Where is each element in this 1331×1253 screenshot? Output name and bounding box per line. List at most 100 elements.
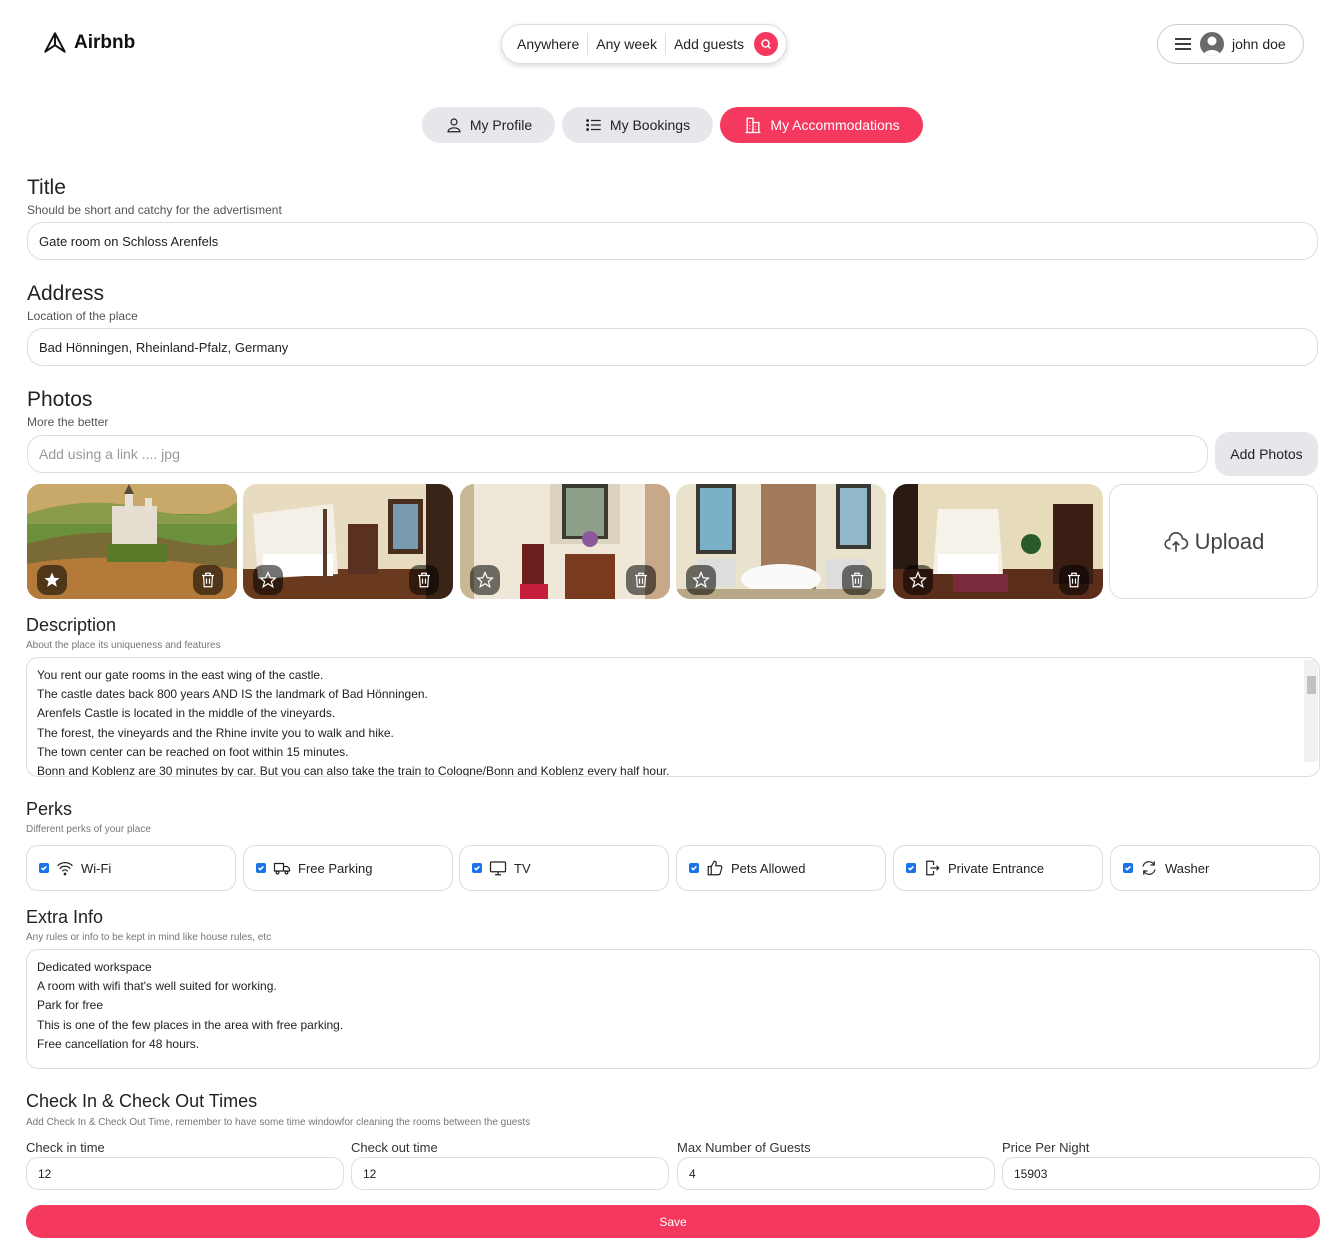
extra-info-hint: Any rules or info to be kept in mind lik…: [26, 932, 272, 943]
photos-hint: More the better: [27, 415, 109, 429]
perk-checkbox[interactable]: [1123, 863, 1133, 873]
perk-checkbox[interactable]: [39, 863, 49, 873]
perk-checkbox[interactable]: [472, 863, 482, 873]
set-main-photo-button[interactable]: [903, 565, 933, 595]
photo-link-input[interactable]: Add using a link .... jpg: [27, 435, 1208, 473]
save-button[interactable]: Save: [26, 1205, 1320, 1238]
add-photos-button[interactable]: Add Photos: [1215, 432, 1318, 476]
description-textarea[interactable]: You rent our gate rooms in the east wing…: [26, 657, 1320, 777]
photo-thumbnail[interactable]: [676, 484, 886, 599]
perk-checkbox[interactable]: [256, 863, 266, 873]
trash-icon: [202, 572, 214, 588]
delete-photo-button[interactable]: [842, 565, 872, 595]
title-heading: Title: [27, 176, 66, 199]
delete-photo-button[interactable]: [1059, 565, 1089, 595]
tab-my-accommodations[interactable]: My Accommodations: [720, 107, 923, 143]
price-label: Price Per Night: [1002, 1140, 1090, 1155]
search-where[interactable]: Anywhere: [517, 36, 587, 52]
upload-button[interactable]: Upload: [1109, 484, 1318, 599]
star-outline-icon: [259, 571, 277, 589]
list-icon: [586, 119, 601, 131]
extra-info-textarea[interactable]: Dedicated workspace A room with wifi tha…: [26, 949, 1320, 1069]
textarea-line: Bonn and Koblenz are 30 minutes by car. …: [37, 764, 670, 777]
search-icon: [761, 39, 772, 50]
check-icon: [691, 865, 697, 871]
wifi-icon: [57, 862, 73, 876]
search-guests[interactable]: Add guests: [666, 36, 752, 52]
delete-photo-button[interactable]: [193, 565, 223, 595]
check-icon: [41, 865, 47, 871]
check-icon: [258, 865, 264, 871]
tab-my-profile[interactable]: My Profile: [422, 107, 555, 143]
avatar: [1200, 32, 1224, 56]
perk-label: Pets Allowed: [731, 860, 806, 876]
photo-thumbnail[interactable]: [460, 484, 670, 599]
check-icon: [474, 865, 480, 871]
perks-heading: Perks: [26, 799, 73, 819]
address-heading: Address: [27, 282, 105, 305]
check-icon: [908, 865, 914, 871]
star-outline-icon: [476, 571, 494, 589]
times-heading: Check In & Check Out Times: [26, 1091, 258, 1111]
set-main-photo-button[interactable]: [470, 565, 500, 595]
max-guests-input[interactable]: 4: [677, 1157, 995, 1190]
search-button[interactable]: [754, 32, 779, 56]
perk-label: Free Parking: [298, 860, 373, 876]
textarea-line: Park for free: [37, 998, 104, 1013]
textarea-line: You rent our gate rooms in the east wing…: [37, 668, 324, 682]
perk-free-parking[interactable]: Free Parking: [243, 845, 453, 891]
delete-photo-button[interactable]: [626, 565, 656, 595]
star-outline-icon: [909, 571, 927, 589]
perk-private-entrance[interactable]: Private Entrance: [893, 845, 1103, 891]
perk-pets-allowed[interactable]: Pets Allowed: [676, 845, 886, 891]
star-filled-icon: [44, 572, 60, 587]
description-heading: Description: [26, 615, 117, 635]
upload-label: Upload: [1194, 528, 1265, 554]
trash-icon: [418, 572, 430, 588]
set-main-photo-button[interactable]: [37, 565, 67, 595]
perk-label: Private Entrance: [948, 860, 1045, 876]
checkout-input[interactable]: 12: [351, 1157, 669, 1190]
photo-thumbnail[interactable]: [893, 484, 1103, 599]
textarea-line: A room with wifi that's well suited for …: [37, 979, 277, 994]
title-input[interactable]: Gate room on Schloss Arenfels: [27, 222, 1318, 260]
perk-checkbox[interactable]: [906, 863, 916, 873]
photo-thumbnail[interactable]: [27, 484, 237, 599]
textarea-line: Dedicated workspace: [37, 960, 152, 974]
thumbs-up-icon: [707, 860, 723, 876]
title-hint: Should be short and catchy for the adver…: [27, 203, 282, 217]
price-input[interactable]: 15903: [1002, 1157, 1320, 1190]
user-icon: [447, 118, 461, 133]
checkin-input[interactable]: 12: [26, 1157, 344, 1190]
door-exit-icon: [926, 860, 940, 876]
hamburger-icon: [1175, 38, 1191, 50]
tab-label: My Profile: [469, 117, 533, 133]
user-menu[interactable]: john doe: [1157, 24, 1304, 64]
user-name: john doe: [1232, 36, 1286, 52]
set-main-photo-button[interactable]: [253, 565, 283, 595]
textarea-scrollbar[interactable]: [1304, 660, 1318, 762]
search-bar[interactable]: Anywhere Any week Add guests: [501, 24, 787, 64]
truck-icon: [273, 862, 291, 875]
perk-washer[interactable]: Washer: [1110, 845, 1320, 891]
cloud-upload-icon: [1164, 531, 1188, 552]
perks-hint: Different perks of your place: [26, 824, 151, 835]
delete-photo-button[interactable]: [409, 565, 439, 595]
address-input[interactable]: Bad Hönningen, Rheinland-Pfalz, Germany: [27, 328, 1318, 366]
tab-my-bookings[interactable]: My Bookings: [562, 107, 713, 143]
checkin-label: Check in time: [26, 1140, 105, 1155]
check-icon: [1125, 865, 1131, 871]
extra-info-heading: Extra Info: [26, 907, 104, 927]
airbnb-logo-icon: [44, 32, 66, 53]
perk-tv[interactable]: TV: [459, 845, 669, 891]
building-icon: [745, 117, 761, 134]
scrollbar-thumb[interactable]: [1307, 676, 1316, 694]
brand-logo[interactable]: Airbnb: [42, 30, 135, 56]
search-when[interactable]: Any week: [588, 36, 665, 52]
photo-thumbnail[interactable]: [243, 484, 453, 599]
description-hint: About the place its uniqueness and featu…: [26, 640, 221, 651]
trash-icon: [851, 572, 863, 588]
perk-wifi[interactable]: Wi-Fi: [26, 845, 236, 891]
set-main-photo-button[interactable]: [686, 565, 716, 595]
perk-checkbox[interactable]: [689, 863, 699, 873]
